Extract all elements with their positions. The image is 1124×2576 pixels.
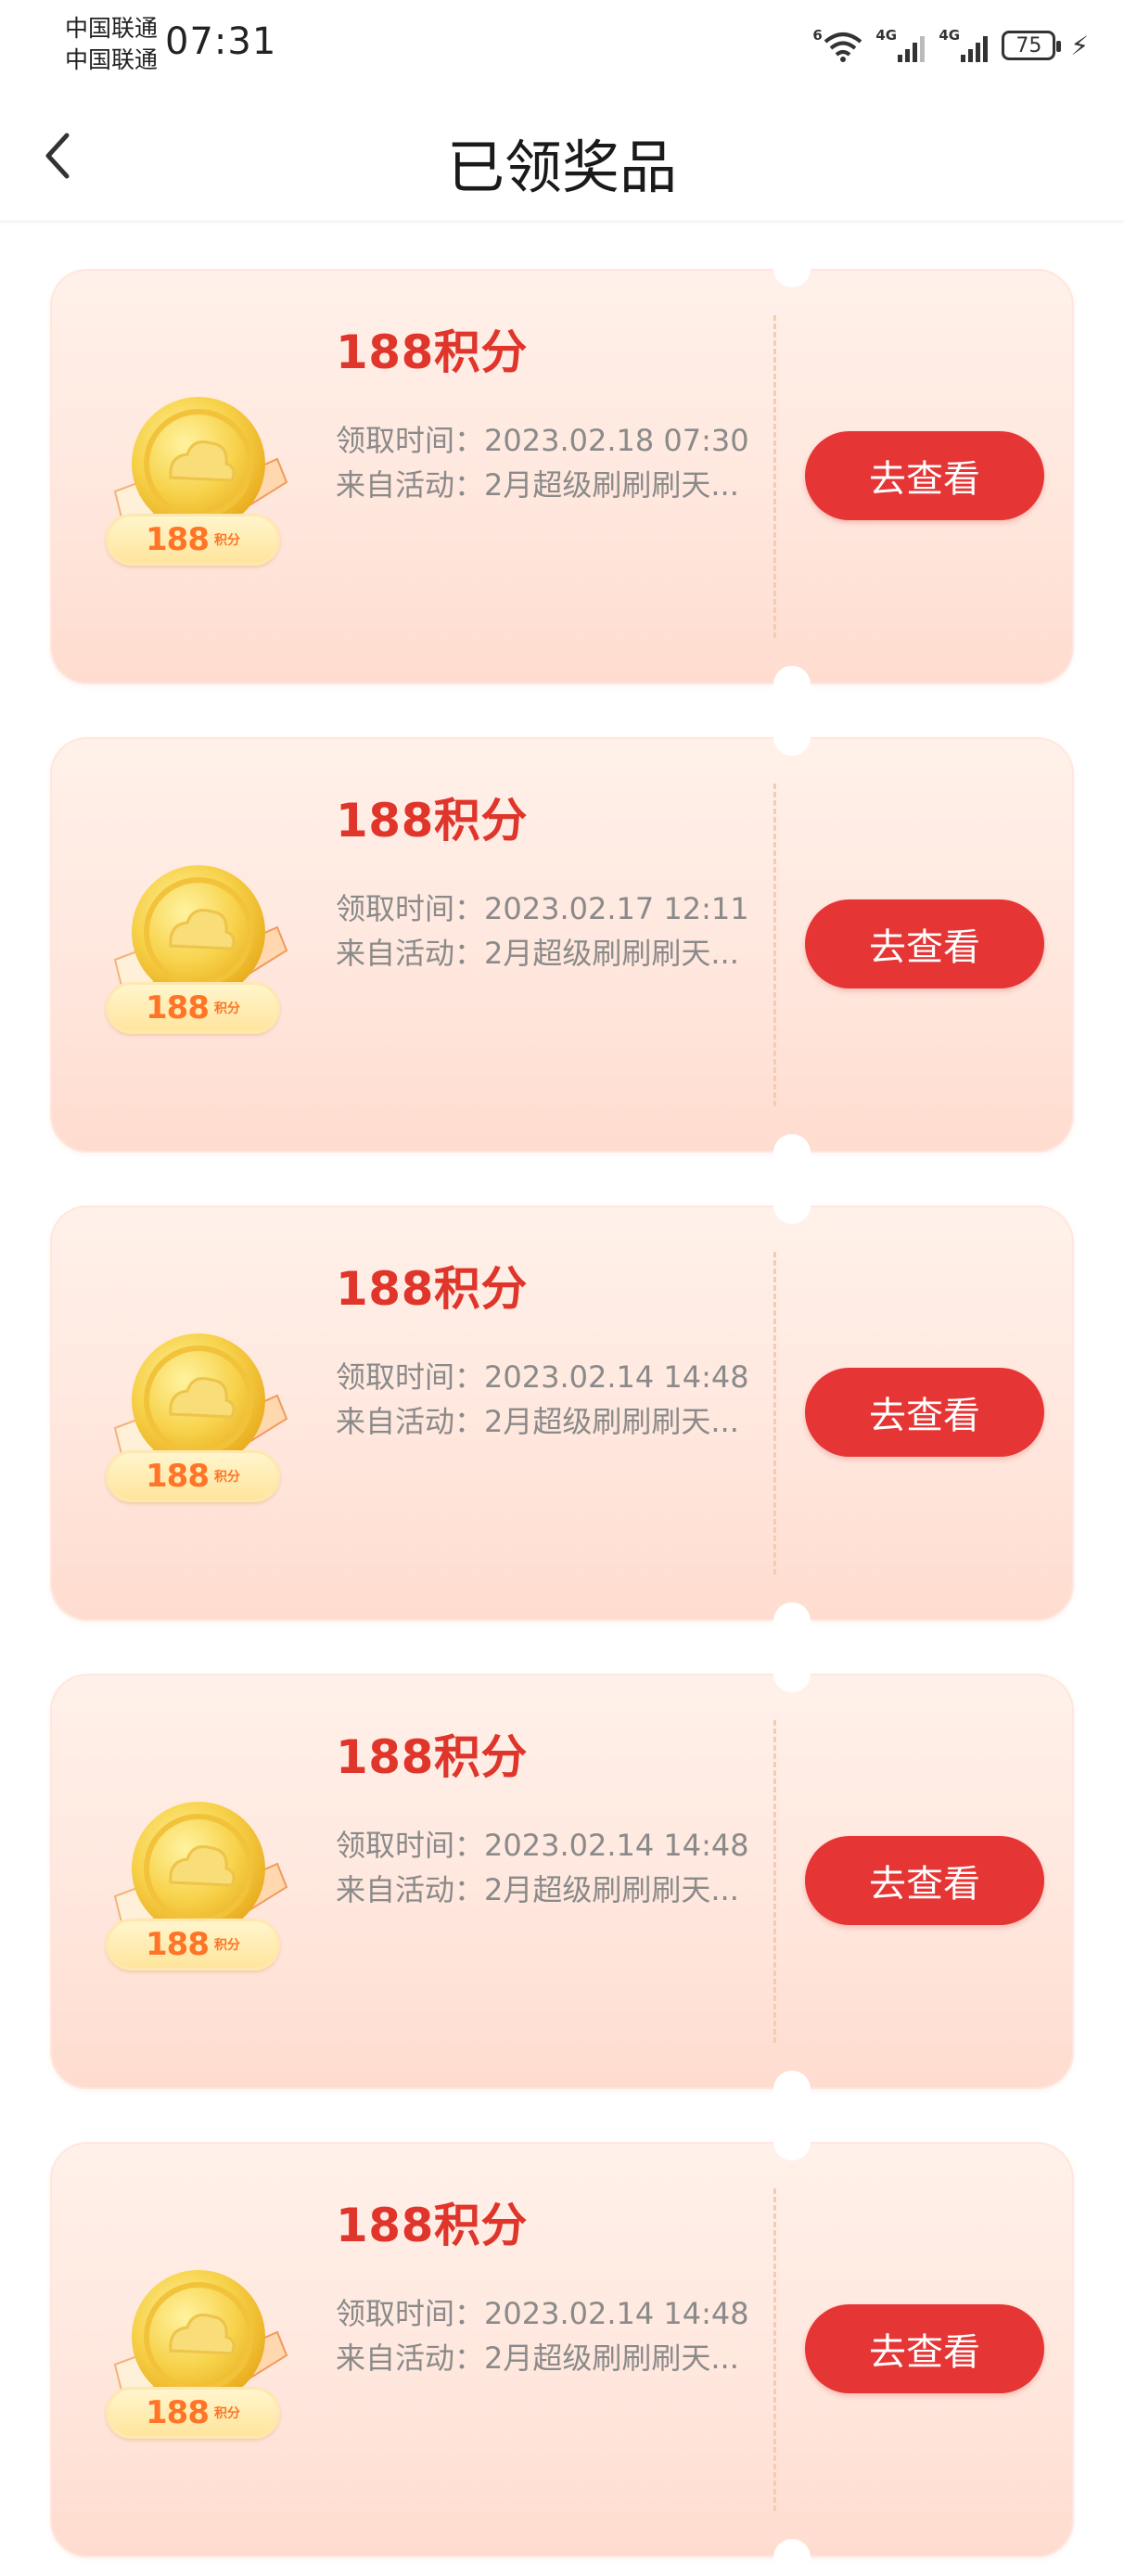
claim-time-value: 2023.02.14 14:48 (484, 1359, 749, 1395)
battery-icon: 75 (1002, 31, 1062, 60)
badge-value: 188 (146, 521, 210, 558)
activity-source: 来自活动：2月超级刷刷刷天... (336, 930, 772, 973)
signal-1-icon: 4G (875, 27, 927, 64)
points-badge: 188 积分 (106, 982, 280, 1034)
status-clock: 07:31 (165, 20, 277, 63)
wifi-tag: 6 (812, 27, 823, 44)
signal-1-tag: 4G (875, 27, 898, 44)
claim-time-value: 2023.02.14 14:48 (484, 2296, 749, 2331)
prize-card: 188 积分 188积分 领取时间：2023.02.14 14:48 来自活动：… (50, 1655, 1074, 2108)
claim-time: 领取时间：2023.02.18 07:30 (336, 417, 749, 460)
badge-unit: 积分 (213, 2406, 240, 2421)
claim-time: 领取时间：2023.02.14 14:48 (336, 2290, 749, 2333)
ticket-notch-top (773, 1655, 811, 1692)
points-badge: 188 积分 (106, 1919, 280, 1970)
points-badge: 188 积分 (106, 2387, 280, 2439)
points-badge: 188 积分 (106, 1450, 280, 1502)
ticket-divider (773, 2188, 776, 2511)
battery-level: 75 (1015, 33, 1042, 57)
signal-2-icon: 4G (939, 27, 990, 64)
claim-time: 领取时间：2023.02.17 12:11 (336, 886, 749, 928)
carrier-1: 中国联通 (65, 15, 159, 42)
activity-source-label: 来自活动： (336, 936, 485, 971)
badge-unit: 积分 (213, 1001, 240, 1016)
badge-value: 188 (146, 1926, 210, 1963)
activity-source-label: 来自活动： (336, 1872, 485, 1907)
claim-time-value: 2023.02.18 07:30 (484, 423, 749, 458)
activity-source: 来自活动：2月超级刷刷刷天... (336, 2335, 772, 2378)
badge-unit: 积分 (213, 1938, 240, 1953)
ticket-divider (773, 1252, 776, 1575)
activity-source: 来自活动：2月超级刷刷刷天... (336, 462, 772, 504)
prize-title: 188积分 (336, 1730, 528, 1784)
view-button[interactable]: 去查看 (805, 1368, 1044, 1457)
view-button[interactable]: 去查看 (805, 899, 1044, 988)
activity-source: 来自活动：2月超级刷刷刷天... (336, 1398, 772, 1441)
carrier-names: 中国联通 中国联通 (65, 13, 158, 76)
page-header: 已领奖品 (0, 93, 1124, 222)
activity-source-value: 2月超级刷刷刷天... (484, 467, 739, 503)
prize-card: 188 积分 188积分 领取时间：2023.02.14 14:48 来自活动：… (50, 1187, 1074, 1639)
activity-source-value: 2月超级刷刷刷天... (484, 1872, 739, 1907)
badge-value: 188 (146, 1458, 210, 1495)
ticket-notch-bottom (773, 2539, 811, 2576)
ticket-notch-top (773, 2123, 811, 2161)
claim-time: 领取时间：2023.02.14 14:48 (336, 1354, 749, 1396)
claim-time-label: 领取时间： (336, 423, 485, 458)
carrier-2: 中国联通 (65, 46, 159, 73)
ticket-notch-bottom (773, 1134, 811, 1171)
status-bar: 中国联通 中国联通 07:31 6 4G 4G 75 ⚡ (0, 0, 1124, 93)
ticket-divider (773, 784, 776, 1106)
ticket-divider (773, 315, 776, 638)
charging-icon: ⚡ (1070, 30, 1089, 61)
page-title: 已领奖品 (446, 134, 677, 201)
ticket-notch-bottom (773, 2071, 811, 2108)
ticket-notch-top (773, 719, 811, 756)
prize-card: 188 积分 188积分 领取时间：2023.02.14 14:48 来自活动：… (50, 2123, 1074, 2576)
activity-source-value: 2月超级刷刷刷天... (484, 1404, 739, 1439)
claim-time-label: 领取时间： (336, 2296, 485, 2331)
ticket-notch-top (773, 1187, 811, 1224)
badge-value: 188 (146, 989, 210, 1027)
ticket-notch-bottom (773, 1602, 811, 1639)
prize-title: 188积分 (336, 325, 528, 379)
view-button[interactable]: 去查看 (805, 1836, 1044, 1925)
badge-unit: 积分 (213, 533, 240, 548)
activity-source-label: 来自活动： (336, 467, 485, 503)
prize-title: 188积分 (336, 2199, 528, 2252)
prize-card: 188 积分 188积分 领取时间：2023.02.17 12:11 来自活动：… (50, 719, 1074, 1171)
claim-time-value: 2023.02.14 14:48 (484, 1828, 749, 1863)
badge-value: 188 (146, 2394, 210, 2431)
view-button[interactable]: 去查看 (805, 2304, 1044, 2393)
prize-card: 188 积分 188积分 领取时间：2023.02.18 07:30 来自活动：… (50, 250, 1074, 703)
view-button[interactable]: 去查看 (805, 431, 1044, 520)
ticket-notch-top (773, 250, 811, 287)
signal-2-tag: 4G (939, 27, 961, 44)
ticket-notch-bottom (773, 666, 811, 703)
activity-source-value: 2月超级刷刷刷天... (484, 936, 739, 971)
badge-unit: 积分 (213, 1470, 240, 1485)
claim-time-label: 领取时间： (336, 891, 485, 926)
wifi-icon: 6 (812, 27, 864, 64)
claim-time-label: 领取时间： (336, 1828, 485, 1863)
points-badge: 188 积分 (106, 514, 280, 566)
activity-source-value: 2月超级刷刷刷天... (484, 2340, 739, 2376)
claim-time-value: 2023.02.17 12:11 (484, 891, 749, 926)
ticket-divider (773, 1720, 776, 2043)
prize-title: 188积分 (336, 1262, 528, 1316)
activity-source-label: 来自活动： (336, 2340, 485, 2376)
claim-time: 领取时间：2023.02.14 14:48 (336, 1822, 749, 1865)
activity-source-label: 来自活动： (336, 1404, 485, 1439)
claim-time-label: 领取时间： (336, 1359, 485, 1395)
activity-source: 来自活动：2月超级刷刷刷天... (336, 1867, 772, 1909)
prize-title: 188积分 (336, 794, 528, 848)
status-icons: 6 4G 4G 75 ⚡ (812, 24, 1089, 67)
